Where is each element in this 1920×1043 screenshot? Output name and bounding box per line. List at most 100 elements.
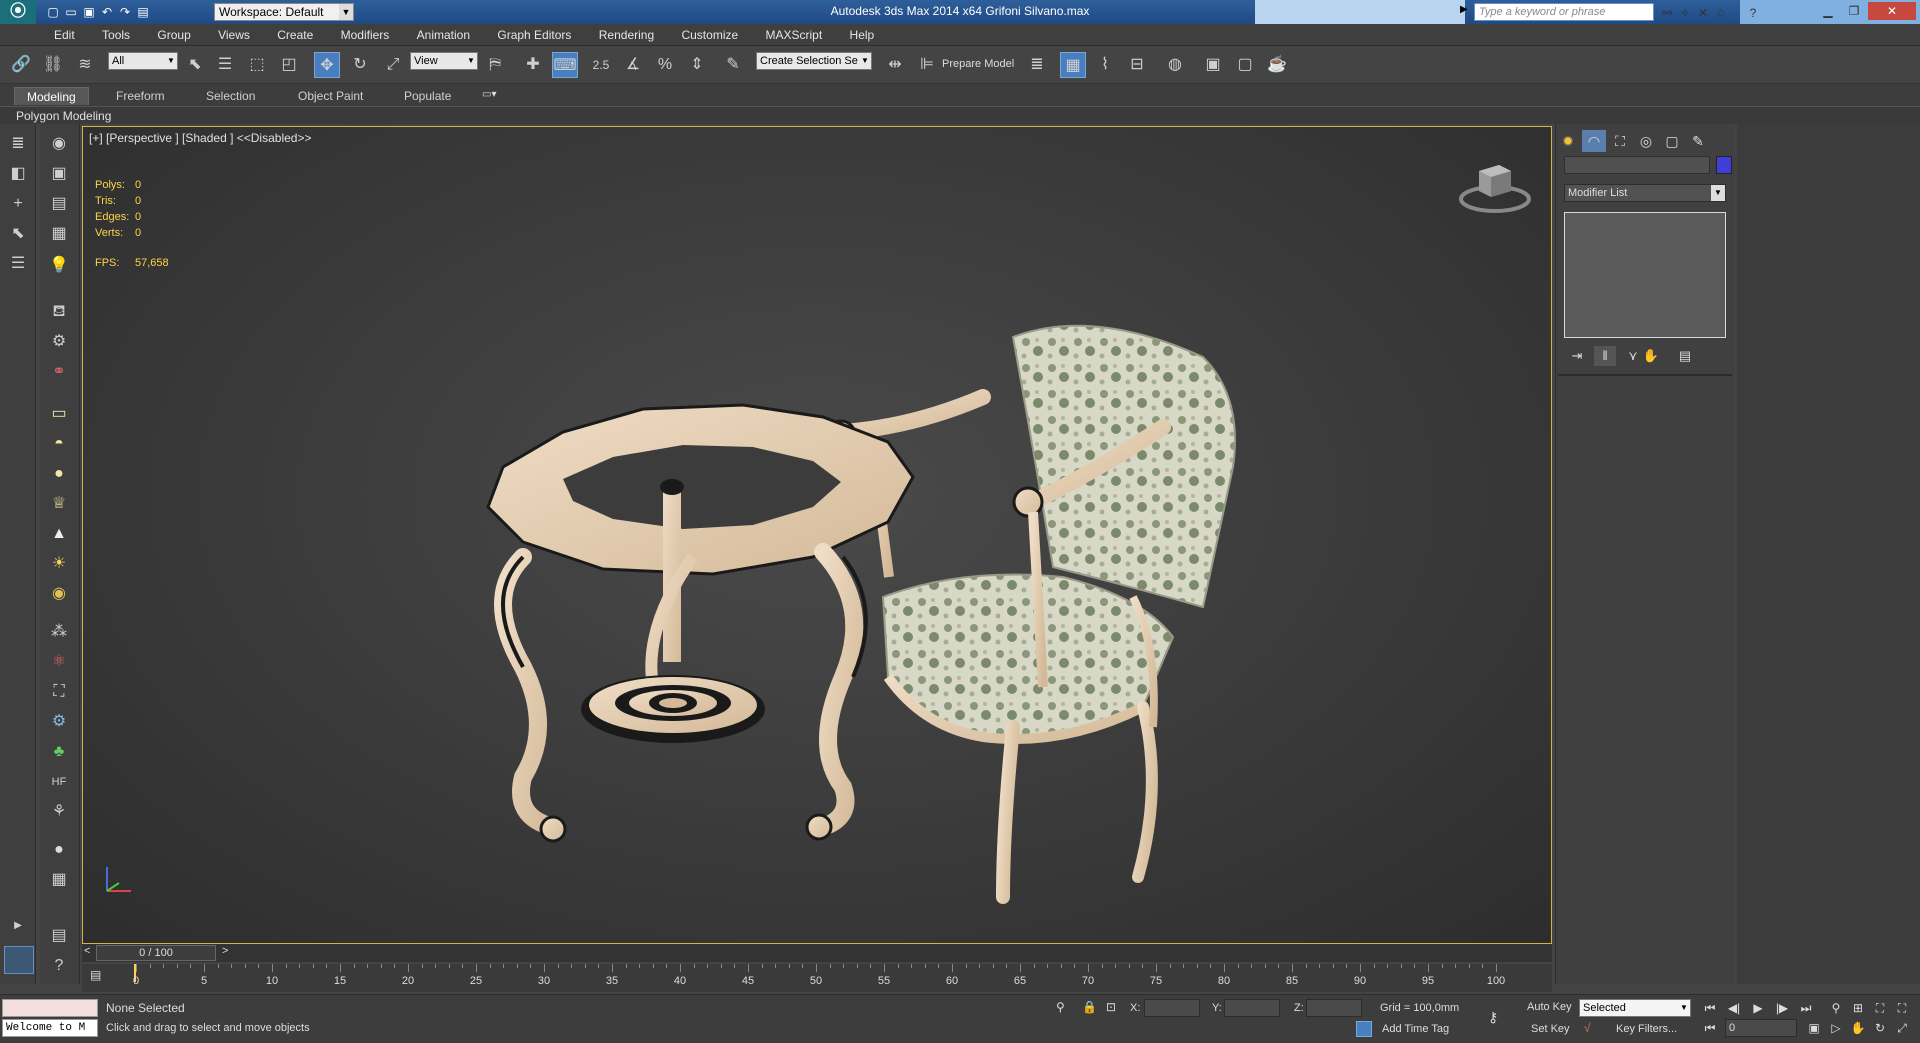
select-and-move-icon[interactable]: ✥ bbox=[314, 52, 340, 78]
menu-help[interactable]: Help bbox=[850, 28, 875, 42]
tab-modeling[interactable]: Modeling bbox=[14, 87, 89, 105]
tab-freeform[interactable]: Freeform bbox=[104, 87, 177, 105]
menu-group[interactable]: Group bbox=[157, 28, 190, 42]
default-tangent-icon[interactable]: √ bbox=[1584, 1021, 1591, 1035]
previous-frame-icon[interactable]: ◀| bbox=[1724, 999, 1744, 1017]
add-time-tag[interactable]: Add Time Tag bbox=[1382, 1023, 1449, 1035]
pivot-center-icon[interactable]: ⛿ bbox=[482, 52, 508, 78]
minimize-icon[interactable]: ▁ bbox=[1816, 2, 1840, 20]
redo-icon[interactable]: ↷ bbox=[116, 4, 134, 20]
maxscript-mini-listener[interactable]: Welcome to M bbox=[2, 1019, 98, 1037]
key-filters-button[interactable]: Key Filters... bbox=[1616, 1023, 1677, 1035]
modifier-list-select[interactable]: Modifier List ▼ bbox=[1564, 184, 1726, 202]
mirror-icon[interactable]: ⇹ bbox=[882, 52, 908, 78]
window-crossing-icon[interactable]: ◰ bbox=[276, 52, 302, 78]
app-logo-icon[interactable]: ⦿ bbox=[0, 0, 36, 24]
object-name-field[interactable] bbox=[1564, 156, 1710, 174]
selection-lock-icon[interactable]: 🔒 bbox=[1082, 1000, 1097, 1014]
field-of-view-icon[interactable]: ▷ bbox=[1826, 1019, 1846, 1037]
z-coordinate-field[interactable] bbox=[1306, 999, 1362, 1017]
remove-modifier-icon[interactable]: ✋ bbox=[1640, 346, 1662, 366]
schematic-view-icon[interactable]: ⊟ bbox=[1124, 52, 1150, 78]
list-icon[interactable]: ☰ bbox=[5, 252, 31, 276]
play-icon[interactable]: ▶ bbox=[1748, 999, 1768, 1017]
ribbon-options-icon[interactable]: ▭▾ bbox=[482, 89, 500, 101]
prepare-model-label[interactable]: Prepare Model bbox=[942, 58, 1014, 70]
unlink-icon[interactable]: ⛓ bbox=[40, 52, 66, 78]
pan-view-icon[interactable]: ✋ bbox=[1848, 1019, 1868, 1037]
cone-icon[interactable]: ▲ bbox=[46, 522, 72, 546]
open-file-icon[interactable]: ▭ bbox=[62, 4, 80, 20]
absolute-mode-icon[interactable]: ⊡ bbox=[1106, 1000, 1116, 1014]
key-icon[interactable]: ⚷ bbox=[1488, 1009, 1498, 1026]
menu-edit[interactable]: Edit bbox=[54, 28, 75, 42]
furniture-model[interactable] bbox=[83, 127, 1552, 944]
zoom-all-icon[interactable]: ⊞ bbox=[1848, 999, 1868, 1017]
undo-icon[interactable]: ↶ bbox=[98, 4, 116, 20]
film-camera-icon[interactable]: ⚙ bbox=[46, 330, 72, 354]
favorites-icon[interactable]: ☆ bbox=[1712, 5, 1730, 21]
spinner-snap-icon[interactable]: ⇕ bbox=[684, 52, 710, 78]
next-frame-icon[interactable]: |▶ bbox=[1772, 999, 1792, 1017]
polygon-modeling-panel[interactable]: Polygon Modeling bbox=[16, 109, 111, 123]
menu-rendering[interactable]: Rendering bbox=[599, 28, 654, 42]
hair-fur-icon[interactable]: HF bbox=[46, 770, 72, 794]
sphere-icon[interactable]: ● bbox=[46, 462, 72, 486]
reference-coordinate-select[interactable]: View ▼ bbox=[410, 52, 478, 70]
close-icon[interactable]: ✕ bbox=[1868, 2, 1916, 20]
menu-create[interactable]: Create bbox=[277, 28, 313, 42]
script-icon[interactable]: ▤ bbox=[46, 924, 72, 948]
time-tag-icon[interactable] bbox=[1356, 1021, 1372, 1037]
show-end-result-icon[interactable]: ‖ bbox=[1594, 346, 1616, 366]
help-icon[interactable]: ? bbox=[1744, 5, 1762, 21]
expand-right-icon[interactable]: ▶ bbox=[5, 914, 31, 938]
tab-populate[interactable]: Populate bbox=[392, 87, 463, 105]
select-and-scale-icon[interactable]: ⤢ bbox=[380, 52, 406, 78]
molecule-icon[interactable]: ⚛ bbox=[46, 650, 72, 674]
material-sphere-icon[interactable]: ● bbox=[46, 838, 72, 862]
slider-next-icon[interactable]: > bbox=[222, 945, 228, 957]
light-bulb-icon[interactable]: 💡 bbox=[46, 254, 72, 278]
expand-arrow-icon[interactable]: ▶ bbox=[1460, 4, 1468, 15]
go-to-end-icon[interactable]: ⏭ bbox=[1796, 999, 1816, 1017]
select-highlight-icon[interactable]: ⬉ bbox=[5, 222, 31, 246]
subscription-icon[interactable]: ✧ bbox=[1676, 5, 1694, 21]
torus-icon[interactable]: ♕ bbox=[46, 492, 72, 516]
configure-modifier-sets-icon[interactable]: ▤ bbox=[1674, 346, 1696, 366]
slider-prev-icon[interactable]: < bbox=[84, 945, 90, 957]
modify-tab-icon[interactable]: ◠ bbox=[1582, 130, 1606, 152]
orbit-icon[interactable]: ↻ bbox=[1870, 1019, 1890, 1037]
snaps-toggle-icon[interactable]: 2.5 bbox=[588, 52, 614, 78]
y-coordinate-field[interactable] bbox=[1224, 999, 1280, 1017]
checker-icon[interactable]: ▦ bbox=[46, 868, 72, 892]
menu-tools[interactable]: Tools bbox=[102, 28, 130, 42]
layers-icon[interactable]: ◧ bbox=[5, 162, 31, 186]
help-circle-icon[interactable]: ? bbox=[46, 954, 72, 978]
viewport-layout-icon[interactable] bbox=[4, 946, 34, 974]
time-slider-thumb[interactable]: 0 / 100 bbox=[96, 945, 216, 961]
hierarchy-tab-icon[interactable]: ⛶ bbox=[1608, 130, 1632, 152]
time-config-icon[interactable]: ▣ bbox=[1804, 1019, 1824, 1037]
select-and-rotate-icon[interactable]: ↻ bbox=[347, 52, 373, 78]
zoom-extents-all-icon[interactable]: ⛶ bbox=[1892, 999, 1912, 1017]
set-key-button[interactable]: Set Key bbox=[1531, 1023, 1570, 1035]
add-icon[interactable]: + bbox=[5, 192, 31, 216]
foliage-icon[interactable]: ♣ bbox=[46, 740, 72, 764]
box-icon[interactable]: ▣ bbox=[46, 162, 72, 186]
current-frame-field[interactable]: 0 bbox=[1725, 1019, 1797, 1037]
pin-stack-icon[interactable]: ⇥ bbox=[1566, 346, 1588, 366]
grid-icon[interactable]: ▦ bbox=[46, 222, 72, 246]
link-icon[interactable]: 🔗 bbox=[8, 52, 34, 78]
time-slider[interactable]: < 0 / 100 > bbox=[82, 944, 1552, 962]
communication-icon[interactable]: ✕ bbox=[1694, 5, 1712, 21]
sun-icon[interactable]: ☀ bbox=[46, 552, 72, 576]
dome-icon[interactable]: ◓ bbox=[46, 432, 72, 456]
tab-object-paint[interactable]: Object Paint bbox=[286, 87, 375, 105]
display-tab-icon[interactable]: ▢ bbox=[1660, 130, 1684, 152]
rectangular-selection-icon[interactable]: ⬚ bbox=[244, 52, 270, 78]
zoom-extents-icon[interactable]: ⛶ bbox=[1870, 999, 1890, 1017]
select-object-icon[interactable]: ⬉ bbox=[182, 52, 208, 78]
auto-key-button[interactable]: Auto Key bbox=[1527, 1001, 1572, 1013]
angle-snap-icon[interactable]: ∡ bbox=[620, 52, 646, 78]
video-camera-icon[interactable]: ⛾ bbox=[46, 300, 72, 324]
